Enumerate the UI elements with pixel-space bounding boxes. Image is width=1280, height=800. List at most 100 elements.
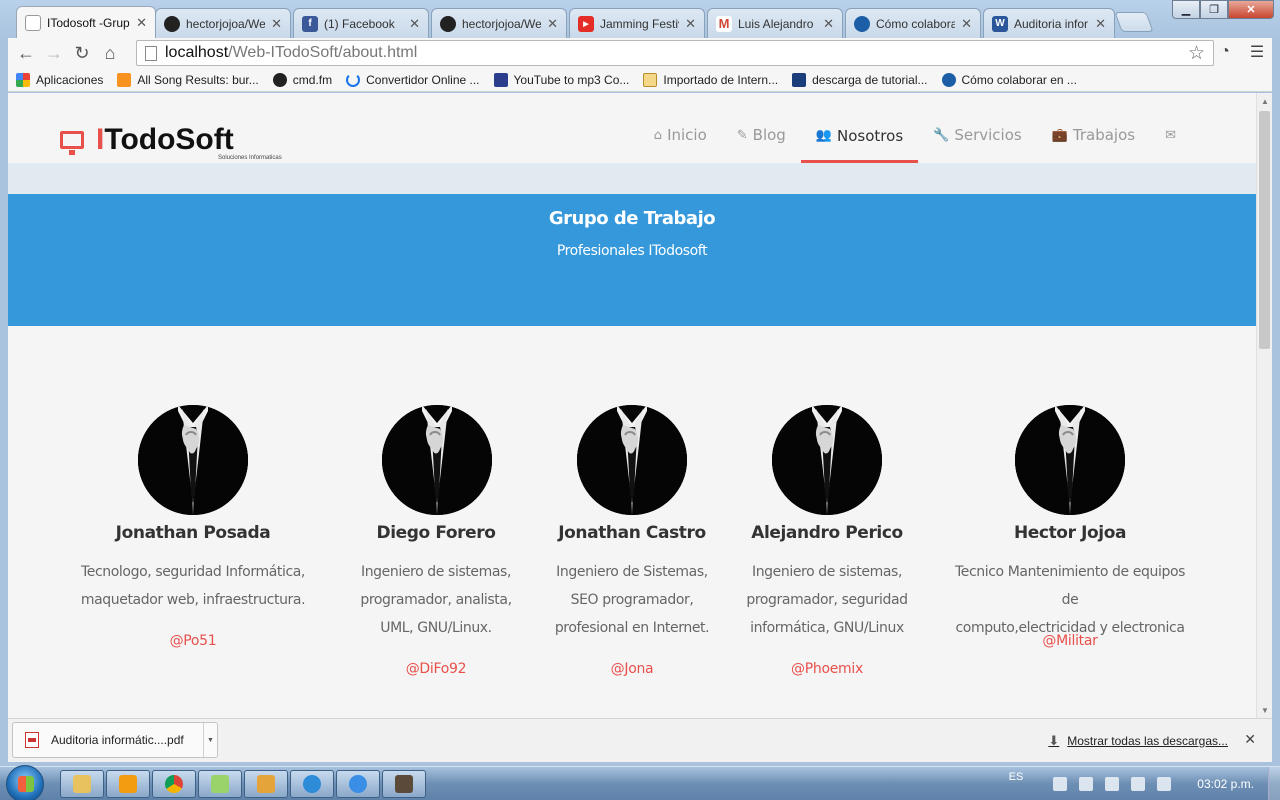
tab-4[interactable]: ▶ Jamming Festiv ✕ [569, 8, 705, 38]
taskbar-ie[interactable] [336, 770, 380, 798]
windows-taskbar: ES 03:02 p.m. [0, 765, 1280, 800]
avatar [1015, 405, 1125, 515]
new-tab-button[interactable] [1114, 12, 1154, 32]
suit-figure-icon [382, 405, 492, 515]
star-icon[interactable]: ☆ [1188, 42, 1205, 65]
close-icon[interactable]: ✕ [409, 16, 420, 32]
page-icon [145, 45, 157, 61]
bookmark-item[interactable]: Convertidor Online ... [346, 72, 480, 87]
hero-banner: Grupo de Trabajo Profesionales ITodosoft [8, 194, 1256, 326]
menu-icon[interactable]: ☰ [1246, 41, 1268, 63]
close-icon[interactable]: ✕ [1244, 731, 1256, 748]
download-arrow-icon: ⬇ [1048, 733, 1060, 748]
close-window-button[interactable]: ✕ [1228, 0, 1274, 19]
maximize-button[interactable]: ❐ [1200, 0, 1228, 19]
back-button[interactable]: ← [12, 40, 40, 66]
nav-item-contact[interactable]: ✉ [1150, 111, 1196, 159]
scroll-down-icon[interactable]: ▼ [1257, 702, 1273, 718]
taskbar-app[interactable] [382, 770, 426, 798]
nav-item-nosotros[interactable]: 👥 Nosotros [800, 111, 919, 163]
browser-window: ITodosoft -Grup ✕ hectorjojoa/We ✕ f (1)… [0, 0, 1280, 766]
team-section: Jonathan Posada Tecnologo, seguridad Inf… [8, 326, 1256, 718]
clock[interactable]: 03:02 p.m. [1197, 777, 1254, 791]
show-all-downloads-link[interactable]: ⬇ Mostrar todas las descargas... [1048, 733, 1228, 749]
close-icon[interactable]: ✕ [685, 16, 696, 32]
extension-icon[interactable]: ◔ [1214, 41, 1236, 63]
tab-1[interactable]: hectorjojoa/We ✕ [155, 8, 291, 38]
avatar [382, 405, 492, 515]
bookmark-item[interactable]: YouTube to mp3 Co... [493, 72, 630, 87]
network-icon[interactable] [1131, 777, 1146, 791]
start-button[interactable] [6, 765, 44, 800]
nav-item-trabajos[interactable]: 💼 Trabajos [1037, 111, 1150, 159]
brand-tagline: Soluciones Informaticas [218, 155, 282, 161]
home-icon: ⌂ [653, 127, 663, 143]
bookmark-item[interactable]: descarga de tutorial... [792, 72, 928, 87]
main-nav: ⌂ Inicio ✎ Blog 👥 Nosotros 🔧 Servicios 💼 [639, 111, 1196, 163]
home-button[interactable]: ⌂ [96, 40, 124, 66]
bookmark-label: All Song Results: bur... [137, 72, 259, 87]
tab-6[interactable]: Cómo colabora ✕ [845, 8, 981, 38]
close-icon[interactable]: ✕ [271, 16, 282, 32]
nav-label: Blog [752, 126, 786, 144]
tab-title: (1) Facebook [324, 16, 395, 31]
address-bar[interactable]: localhost/Web-ITodoSoft/about.html ☆ [136, 40, 1214, 66]
member-desc-line: maquetador web, infraestructura. [80, 592, 306, 608]
chevron-down-icon[interactable]: ▼ [203, 723, 217, 757]
taskbar-app[interactable] [290, 770, 334, 798]
close-icon[interactable]: ✕ [823, 16, 834, 32]
close-icon[interactable]: ✕ [547, 16, 558, 32]
power-icon[interactable] [1105, 777, 1120, 791]
reload-button[interactable]: ↻ [68, 40, 96, 66]
member-handle[interactable]: @Militar [945, 633, 1195, 649]
bookmark-item[interactable]: Cómo colaborar en ... [941, 72, 1077, 87]
chevron-up-icon[interactable] [1053, 777, 1068, 791]
close-icon[interactable]: ✕ [136, 15, 147, 31]
nav-label: Nosotros [837, 126, 904, 145]
member-handle[interactable]: @Po51 [68, 633, 318, 649]
show-desktop-button[interactable] [1268, 767, 1280, 800]
github-icon [440, 15, 456, 32]
bookmark-label: Cómo colaborar en ... [961, 72, 1077, 87]
url-host: localhost [165, 44, 229, 61]
bookmark-label: YouTube to mp3 Co... [513, 72, 630, 87]
tab-title: ITodosoft -Grup [47, 16, 130, 30]
tab-2[interactable]: f (1) Facebook ✕ [293, 8, 429, 38]
nav-item-inicio[interactable]: ⌂ Inicio [639, 111, 722, 159]
app-icon [257, 775, 275, 793]
bookmark-apps[interactable]: Aplicaciones [16, 72, 103, 87]
tab-7[interactable]: W Auditoria infor ✕ [983, 8, 1115, 38]
site-logo[interactable]: ITodoSoft Soluciones Informaticas [60, 125, 282, 161]
taskbar-chrome[interactable] [152, 770, 196, 798]
bookmarks-bar: Aplicaciones All Song Results: bur... cm… [8, 68, 1272, 92]
language-indicator[interactable]: ES [1009, 771, 1024, 783]
bookmark-item[interactable]: All Song Results: bur... [117, 72, 259, 87]
nav-item-servicios[interactable]: 🔧 Servicios [918, 111, 1037, 159]
tab-0[interactable]: ITodosoft -Grup ✕ [16, 6, 156, 39]
flag-icon[interactable] [1079, 777, 1094, 791]
taskbar-app[interactable] [244, 770, 288, 798]
close-icon[interactable]: ✕ [961, 16, 972, 32]
bookmark-folder[interactable]: Importado de Intern... [643, 72, 779, 87]
tab-title: hectorjojoa/We [462, 16, 542, 31]
scroll-thumb[interactable] [1259, 111, 1270, 349]
minimize-button[interactable]: ▁ [1172, 0, 1200, 19]
bookmark-item[interactable]: cmd.fm [272, 72, 332, 87]
suit-figure-icon [138, 405, 248, 515]
tab-3[interactable]: hectorjojoa/We ✕ [431, 8, 567, 38]
hero-subtitle: Profesionales ITodosoft [556, 243, 708, 259]
scroll-up-icon[interactable]: ▲ [1257, 93, 1273, 109]
speaker-icon[interactable] [1157, 777, 1172, 791]
member-handle[interactable]: @Phoemix [702, 661, 952, 677]
close-icon[interactable]: ✕ [1095, 16, 1106, 32]
forward-button[interactable]: → [40, 40, 68, 66]
nav-item-blog[interactable]: ✎ Blog [722, 111, 801, 159]
site-header: ITodoSoft Soluciones Informaticas ⌂ Inic… [8, 93, 1256, 163]
bookmark-label: Importado de Intern... [663, 72, 779, 87]
taskbar-media-player[interactable] [106, 770, 150, 798]
tab-5[interactable]: M Luis Alejandro P ✕ [707, 8, 843, 38]
page-scrollbar[interactable]: ▲ ▼ [1256, 93, 1272, 718]
taskbar-explorer[interactable] [60, 770, 104, 798]
taskbar-app[interactable] [198, 770, 242, 798]
download-item[interactable]: Auditoria informátic....pdf ▼ [12, 722, 218, 758]
